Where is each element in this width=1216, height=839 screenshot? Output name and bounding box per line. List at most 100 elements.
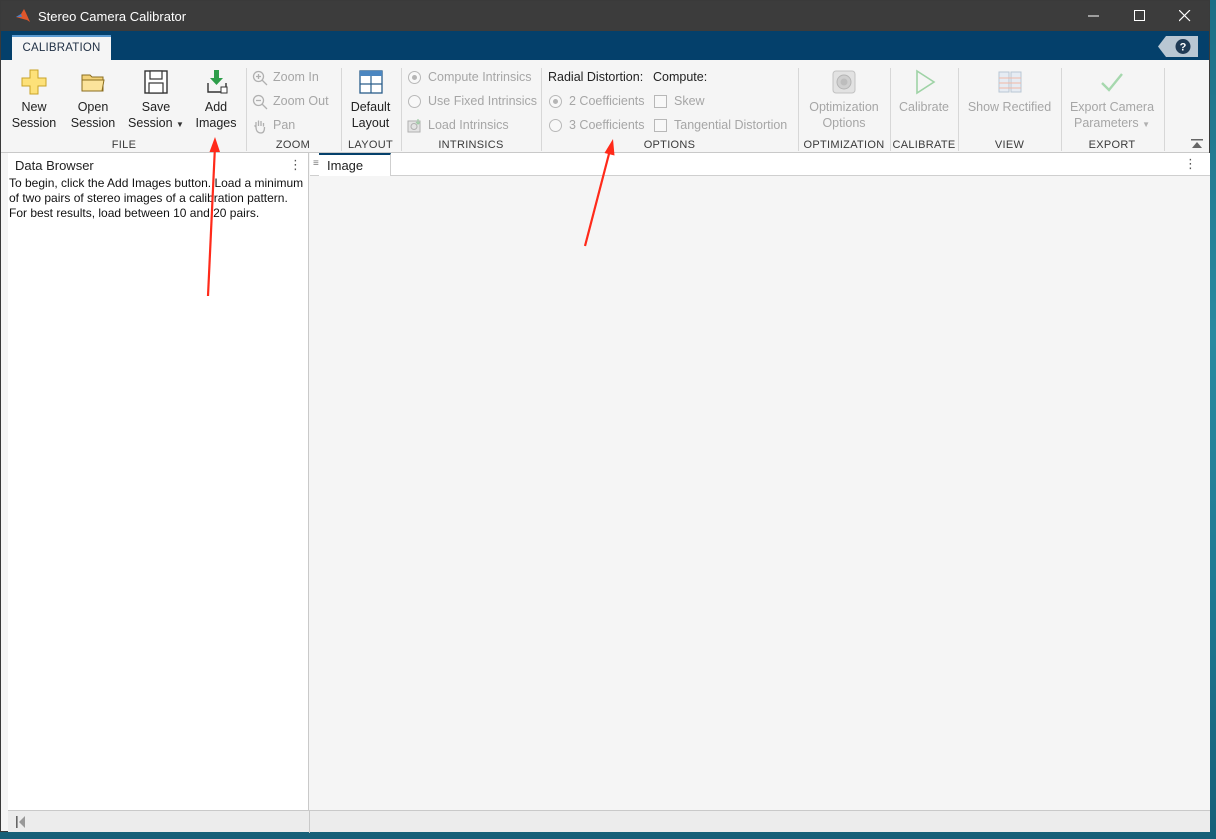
tab-image[interactable]: Image xyxy=(319,153,391,176)
default-layout-label-2: Layout xyxy=(351,116,390,130)
section-intrinsics: Compute Intrinsics Use Fixed Intrinsics … xyxy=(402,68,540,151)
instruction-line: To begin, click the Add Images button. L… xyxy=(9,176,304,190)
new-session-label-2: Session xyxy=(11,116,57,130)
calibrate-label: Calibrate xyxy=(898,100,950,114)
calibrate-button[interactable]: Calibrate xyxy=(891,68,957,115)
chevron-down-icon: ▼ xyxy=(1142,120,1150,129)
two-coefficients-radio[interactable]: 2 Coefficients xyxy=(549,92,645,110)
export-label-1: Export Camera xyxy=(1069,100,1155,114)
section-label-layout: LAYOUT xyxy=(348,139,393,151)
minimize-button[interactable] xyxy=(1071,1,1117,31)
section-file: New Session Open Session Save Session ▼ … xyxy=(5,68,243,151)
instruction-line: For best results, load between 10 and 20… xyxy=(9,206,260,220)
compute-intrinsics-label: Compute Intrinsics xyxy=(428,70,532,84)
section-label-optimization: OPTIMIZATION xyxy=(803,139,885,151)
section-label-file: FILE xyxy=(111,139,137,151)
data-browser-menu-icon[interactable]: ⋮ xyxy=(289,157,302,173)
data-browser-panel: Data Browser ⋮ To begin, click the Add I… xyxy=(8,153,309,810)
radio-icon xyxy=(549,119,562,133)
optimization-options-label-2: Options xyxy=(822,116,866,130)
new-session-button[interactable]: New Session xyxy=(5,68,63,131)
save-session-label-2: Session xyxy=(128,116,173,130)
folder-icon xyxy=(81,74,105,92)
pan-label: Pan xyxy=(273,118,296,132)
add-images-label-1: Add xyxy=(204,100,228,114)
skew-checkbox[interactable]: Skew xyxy=(654,92,705,110)
zoom-in-button[interactable]: Zoom In xyxy=(252,68,319,86)
image-panel-menu-icon[interactable]: ⋮ xyxy=(1184,156,1197,172)
checkbox-icon xyxy=(654,119,667,133)
help-icon: ? xyxy=(1158,36,1198,57)
zoom-out-button[interactable]: Zoom Out xyxy=(252,92,329,110)
checkmark-icon xyxy=(1101,73,1123,92)
use-fixed-intrinsics-radio[interactable]: Use Fixed Intrinsics xyxy=(408,92,537,110)
instruction-line: of two pairs of stereo images of a calib… xyxy=(9,191,288,205)
close-icon xyxy=(1179,10,1191,22)
skew-label: Skew xyxy=(674,94,705,108)
save-session-label-1: Save xyxy=(141,100,171,114)
load-intrinsics-icon xyxy=(407,118,421,133)
matlab-logo-icon xyxy=(16,9,30,22)
image-panel: ≡ Image ⋮ xyxy=(310,153,1210,810)
ribbon-tab-strip: CALIBRATION ? xyxy=(1,31,1209,60)
section-label-zoom: ZOOM xyxy=(275,139,311,151)
help-button[interactable]: ? xyxy=(1158,36,1198,57)
data-browser-title: Data Browser xyxy=(15,158,94,173)
tangential-distortion-checkbox[interactable]: Tangential Distortion xyxy=(654,116,787,134)
add-images-label-2: Images xyxy=(195,116,237,130)
open-session-button[interactable]: Open Session xyxy=(63,68,123,131)
pan-button[interactable]: Pan xyxy=(252,116,295,134)
zoom-out-icon xyxy=(252,94,268,110)
toolstrip: New Session Open Session Save Session ▼ … xyxy=(1,60,1209,153)
layout-grid-icon xyxy=(358,70,383,94)
export-camera-parameters-button[interactable]: Export Camera Parameters ▼ xyxy=(1062,68,1162,133)
status-bar-divider xyxy=(309,811,310,833)
tab-calibration[interactable]: CALIBRATION xyxy=(12,35,111,60)
camera-lens-icon xyxy=(832,70,856,94)
window-title: Stereo Camera Calibrator xyxy=(38,9,187,24)
maximize-icon xyxy=(1134,10,1145,21)
use-fixed-intrinsics-label: Use Fixed Intrinsics xyxy=(428,94,538,108)
image-tab-bar: ≡ Image ⋮ xyxy=(310,153,1210,176)
maximize-button[interactable] xyxy=(1117,1,1163,31)
tangential-distortion-label: Tangential Distortion xyxy=(674,118,788,132)
section-layout: Default Layout LAYOUT xyxy=(342,68,399,151)
optimization-options-button[interactable]: Optimization Options xyxy=(799,68,889,131)
section-view: Show Rectified VIEW xyxy=(959,68,1060,151)
open-session-label-2: Session xyxy=(70,116,116,130)
section-export: Export Camera Parameters ▼ EXPORT xyxy=(1062,68,1162,151)
title-bar: Stereo Camera Calibrator xyxy=(1,1,1209,31)
add-images-button[interactable]: Add Images xyxy=(189,68,243,131)
rectified-images-icon xyxy=(998,71,1021,93)
zoom-out-label: Zoom Out xyxy=(273,94,329,108)
chevron-down-icon: ▼ xyxy=(176,120,184,129)
app-window: Stereo Camera Calibrator CALIBRATION ? N… xyxy=(0,0,1210,833)
svg-text:?: ? xyxy=(1180,42,1187,54)
go-to-start-icon[interactable] xyxy=(16,816,26,828)
section-label-export: EXPORT xyxy=(1088,139,1136,151)
section-options: Radial Distortion: Compute: 2 Coefficien… xyxy=(542,68,797,151)
compute-label: Compute: xyxy=(653,70,708,84)
two-coefficients-label: 2 Coefficients xyxy=(569,94,645,108)
status-bar xyxy=(8,810,1210,833)
new-session-label-1: New xyxy=(21,100,47,114)
play-icon xyxy=(916,69,936,95)
collapse-toolstrip-icon[interactable] xyxy=(1191,139,1203,149)
section-zoom: Zoom In Zoom Out Pan ZOOM xyxy=(247,68,339,151)
close-button[interactable] xyxy=(1162,1,1208,31)
load-intrinsics-button[interactable]: Load Intrinsics xyxy=(407,116,509,134)
radio-icon xyxy=(408,95,421,109)
default-layout-label-1: Default xyxy=(350,100,391,114)
section-label-view: VIEW xyxy=(994,139,1025,151)
zoom-in-icon xyxy=(252,70,268,86)
hand-icon xyxy=(254,120,266,134)
default-layout-button[interactable]: Default Layout xyxy=(342,68,399,131)
export-label-2: Parameters xyxy=(1073,116,1139,130)
section-optimization: Optimization Options OPTIMIZATION xyxy=(799,68,889,151)
three-coefficients-label: 3 Coefficients xyxy=(569,118,645,132)
show-rectified-button[interactable]: Show Rectified xyxy=(959,68,1060,115)
save-session-button[interactable]: Save Session ▼ xyxy=(123,68,189,133)
drag-handle-icon[interactable]: ≡ xyxy=(313,158,319,169)
compute-intrinsics-radio[interactable]: Compute Intrinsics xyxy=(408,68,532,86)
three-coefficients-radio[interactable]: 3 Coefficients xyxy=(549,116,645,134)
